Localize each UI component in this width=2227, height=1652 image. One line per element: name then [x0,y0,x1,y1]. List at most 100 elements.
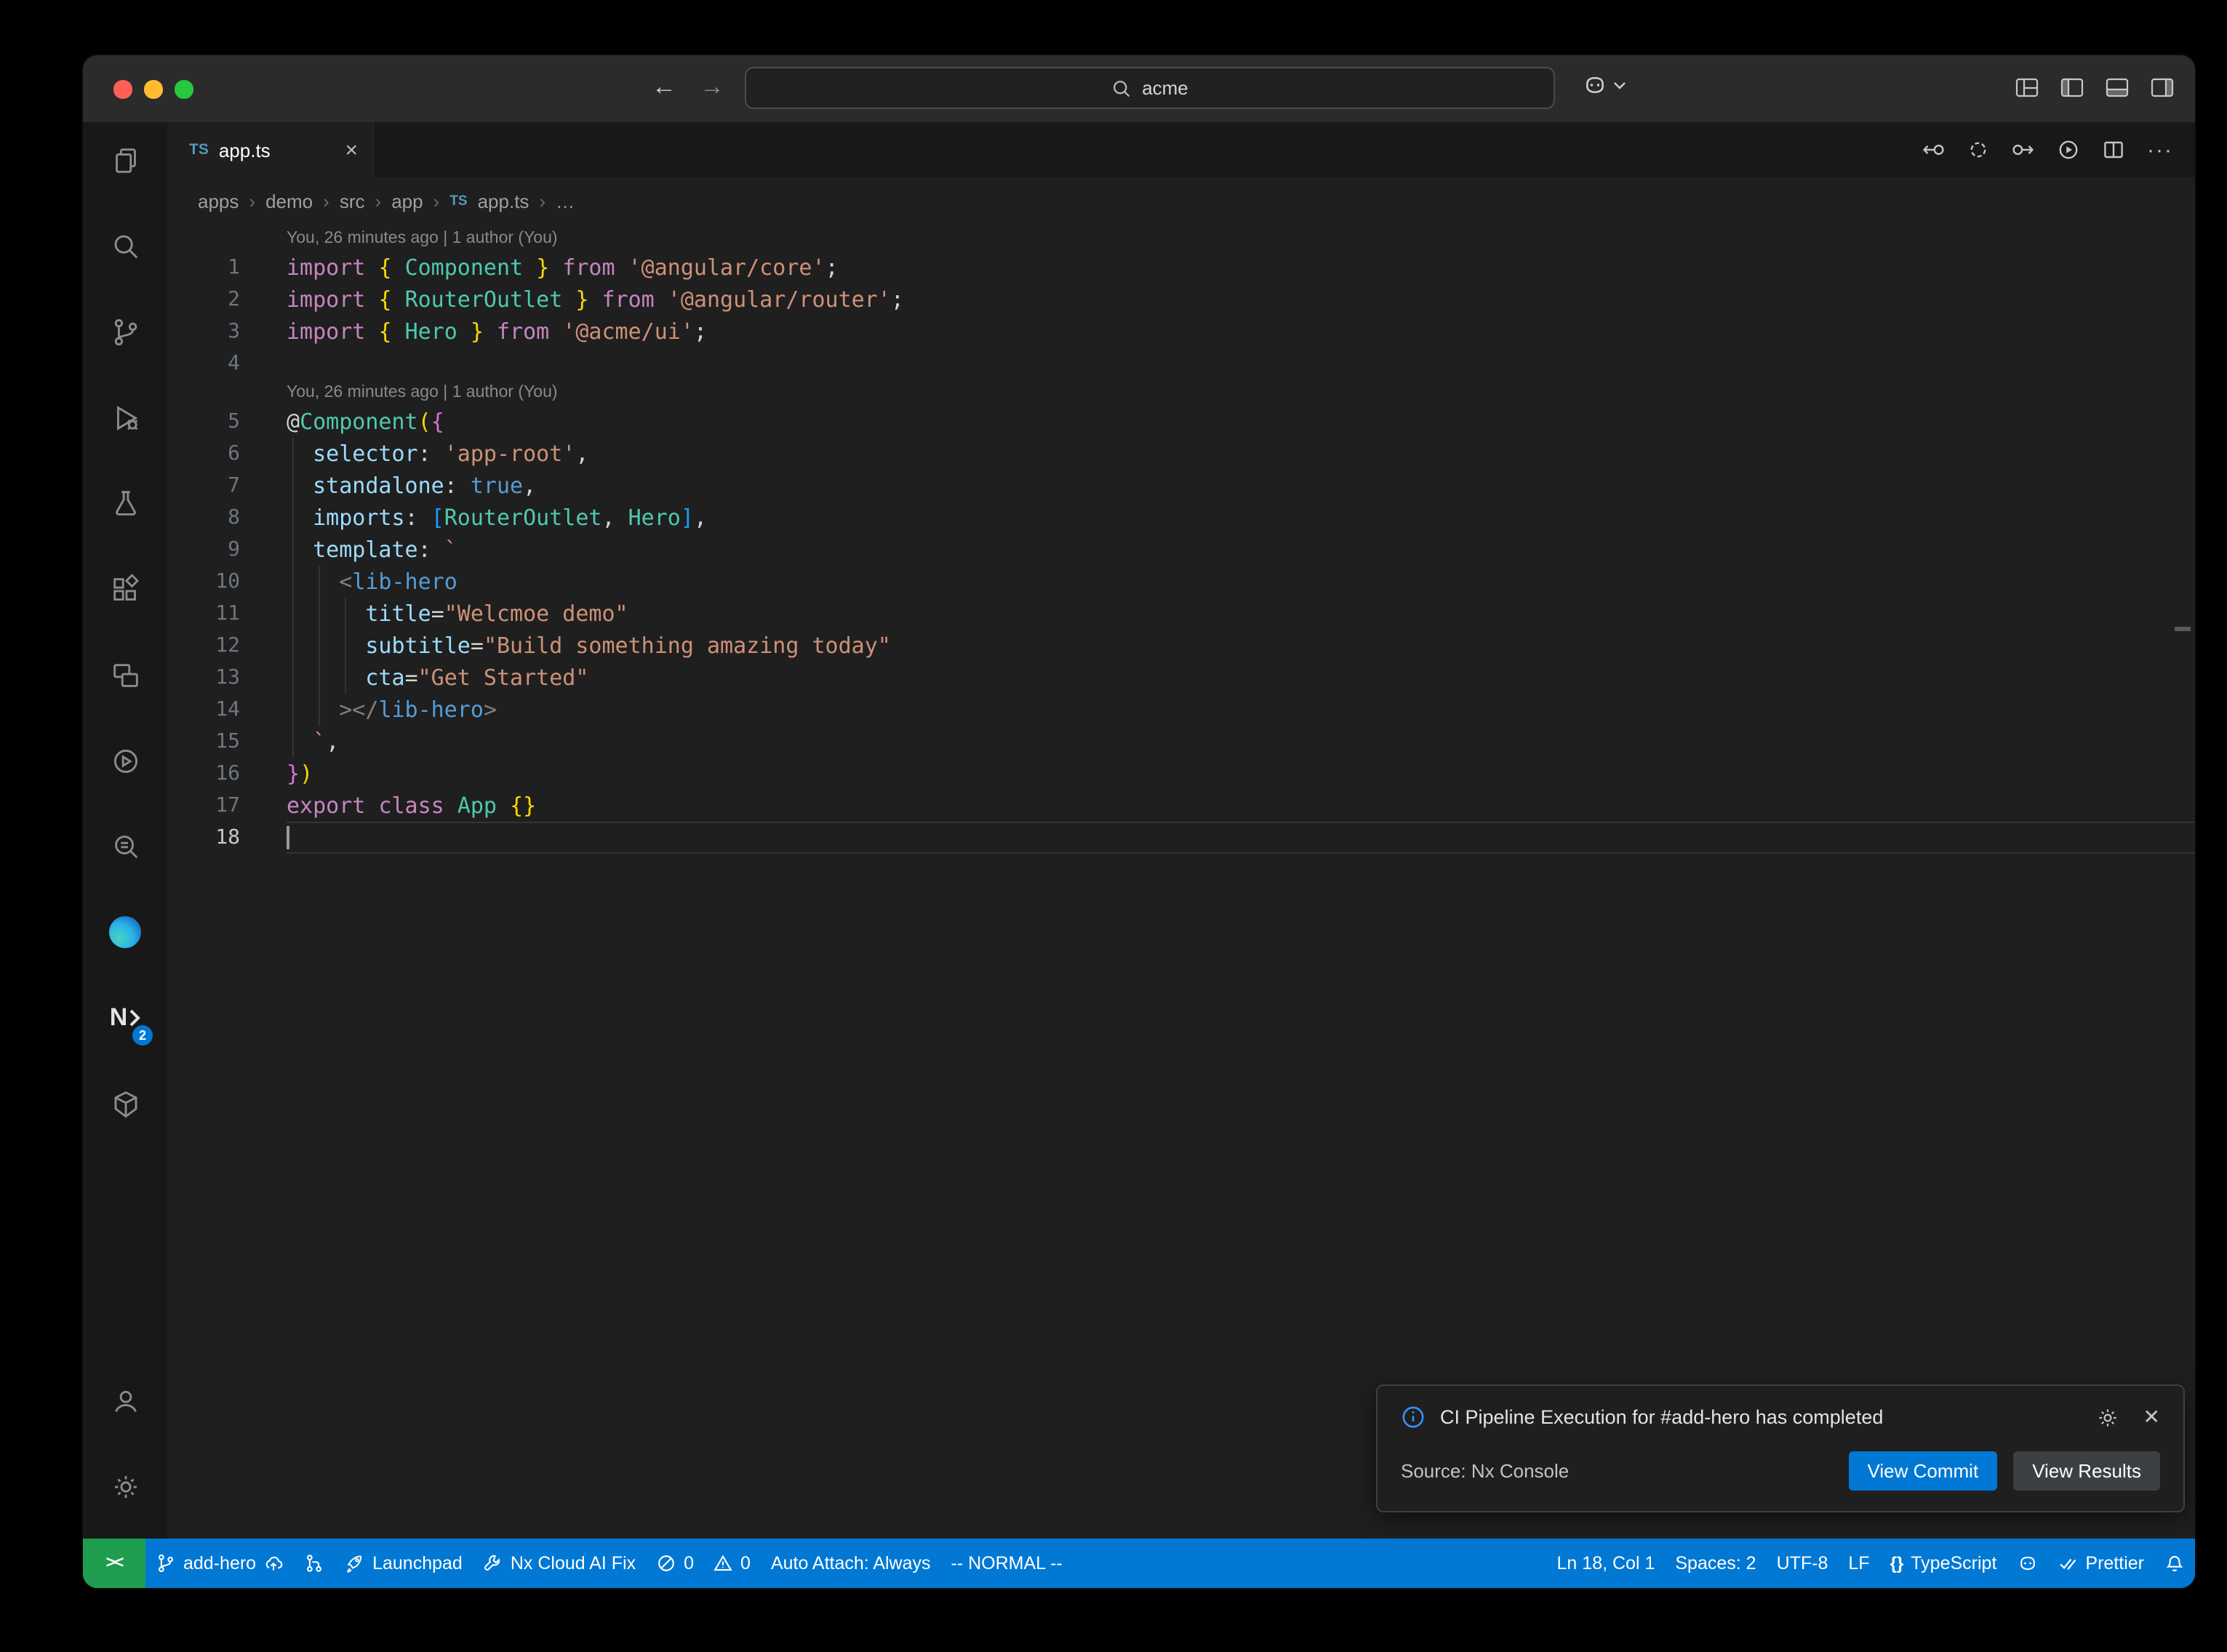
activitybar-accounts[interactable] [90,1363,160,1438]
branch-item[interactable]: add-hero [145,1539,294,1588]
activitybar-source-control[interactable] [90,294,160,369]
line-number[interactable]: 7 [167,470,240,502]
codelens-row[interactable]: You, 26 minutes ago | 1 author (You) [167,225,2195,252]
breadcrumb-item[interactable]: app [391,191,423,212]
line-number[interactable]: 11 [167,598,240,630]
line-number[interactable]: 8 [167,502,240,534]
encoding-item[interactable]: UTF-8 [1767,1539,1839,1588]
split-editor-icon[interactable] [2102,138,2125,161]
code-line-16[interactable]: 16}) [167,758,2195,790]
code-line-1[interactable]: 1import { Component } from '@angular/cor… [167,252,2195,284]
code-line-9[interactable]: 9 template: ` [167,534,2195,566]
code-line-10[interactable]: 10 <lib-hero [167,566,2195,598]
toggle-blame-icon[interactable] [1967,138,1990,161]
cursor-position-item[interactable]: Ln 18, Col 1 [1547,1539,1666,1588]
view-results-button[interactable]: View Results [2013,1451,2160,1491]
command-center-search[interactable]: acme [745,67,1555,109]
code-line-5[interactable]: 5@Component({ [167,406,2195,438]
line-number[interactable]: 1 [167,252,240,284]
minimize-window-button[interactable] [144,80,162,98]
copilot-status-item[interactable] [2007,1539,2047,1588]
code-line-15[interactable]: 15 `, [167,726,2195,758]
copilot-menu-button[interactable] [1583,73,1626,97]
notification-close-icon[interactable]: ✕ [2143,1405,2160,1430]
activitybar-run-debug[interactable] [90,380,160,455]
zoom-window-button[interactable] [175,80,193,98]
toggle-primary-sidebar-icon[interactable] [2060,76,2084,100]
activitybar-run-circle[interactable] [90,723,160,798]
code-line-8[interactable]: 8 imports: [RouterOutlet, Hero], [167,502,2195,534]
code-line-2[interactable]: 2import { RouterOutlet } from '@angular/… [167,284,2195,316]
activitybar-remote-explorer[interactable] [90,637,160,713]
run-file-icon[interactable] [2057,138,2080,161]
launchpad-item[interactable]: Launchpad [335,1539,473,1588]
toggle-secondary-sidebar-icon[interactable] [2150,76,2175,100]
line-number[interactable]: 16 [167,758,240,790]
line-number[interactable]: 3 [167,316,240,348]
navigate-forward-button[interactable]: → [700,70,724,105]
code-line-7[interactable]: 7 standalone: true, [167,470,2195,502]
line-number[interactable]: 5 [167,406,240,438]
code-line-3[interactable]: 3import { Hero } from '@acme/ui'; [167,316,2195,348]
activitybar-edge-browser[interactable] [90,894,160,970]
activitybar-settings[interactable] [90,1448,160,1524]
vim-mode-item[interactable]: -- NORMAL -- [941,1539,1073,1588]
code-line-12[interactable]: 12 subtitle="Build something amazing tod… [167,630,2195,662]
code-line-4[interactable]: 4 [167,348,2195,380]
next-change-icon[interactable] [2012,138,2035,161]
breadcrumb-item[interactable]: src [340,191,365,212]
editor[interactable]: You, 26 minutes ago | 1 author (You)1imp… [167,225,2195,1539]
breadcrumb-item[interactable]: demo [265,191,313,212]
navigate-back-button[interactable]: ← [652,70,676,105]
line-number[interactable]: 14 [167,694,240,726]
activitybar-package[interactable] [90,1066,160,1142]
notifications-bell-item[interactable] [2154,1539,2195,1588]
auto-attach-item[interactable]: Auto Attach: Always [761,1539,941,1588]
activitybar-explorer[interactable] [90,122,160,198]
indentation-item[interactable]: Spaces: 2 [1665,1539,1766,1588]
code-line-13[interactable]: 13 cta="Get Started" [167,662,2195,694]
line-number[interactable]: 13 [167,662,240,694]
code-area[interactable]: You, 26 minutes ago | 1 author (You)1imp… [167,225,2195,1539]
remote-indicator[interactable]: >< [83,1539,145,1588]
code-line-17[interactable]: 17export class App {} [167,790,2195,822]
problems-item[interactable]: 0 0 [646,1539,761,1588]
line-number[interactable]: 10 [167,566,240,598]
toggle-panel-icon[interactable] [2105,76,2130,100]
activitybar-nx-console[interactable]: N 2 [90,980,160,1056]
nx-cloud-item[interactable]: Nx Cloud AI Fix [473,1539,646,1588]
line-number[interactable]: 2 [167,284,240,316]
code-line-6[interactable]: 6 selector: 'app-root', [167,438,2195,470]
activitybar-code-search[interactable] [90,809,160,884]
line-number[interactable]: 12 [167,630,240,662]
line-number[interactable]: 4 [167,348,240,380]
eol-item[interactable]: LF [1838,1539,1879,1588]
breadcrumb-file[interactable]: app.ts [478,191,529,212]
breadcrumb-item[interactable]: apps [198,191,239,212]
activitybar-search[interactable] [90,208,160,284]
line-number[interactable]: 18 [167,822,240,854]
code-line-11[interactable]: 11 title="Welcmoe demo" [167,598,2195,630]
edge-browser-icon [109,916,141,948]
view-commit-button[interactable]: View Commit [1849,1451,1998,1491]
formatter-item[interactable]: Prettier [2047,1539,2154,1588]
customize-layout-icon[interactable] [2015,76,2039,100]
open-changes-icon[interactable] [1922,138,1945,161]
line-number[interactable]: 17 [167,790,240,822]
commit-graph-item[interactable] [294,1539,335,1588]
line-number[interactable]: 9 [167,534,240,566]
activitybar-testing[interactable] [90,465,160,541]
code-line-14[interactable]: 14 ></lib-hero> [167,694,2195,726]
activitybar-extensions[interactable] [90,551,160,627]
code-line-18[interactable]: 18 [167,822,2195,854]
more-actions-icon[interactable]: ··· [2147,137,2173,162]
breadcrumb-symbol-tail[interactable]: … [556,191,575,212]
line-number[interactable]: 15 [167,726,240,758]
line-number[interactable]: 6 [167,438,240,470]
codelens-row[interactable]: You, 26 minutes ago | 1 author (You) [167,380,2195,406]
notification-gear-icon[interactable] [2097,1406,2120,1429]
tab-app-ts[interactable]: TS app.ts × [167,122,374,177]
close-tab-icon[interactable]: × [345,139,358,161]
close-window-button[interactable] [113,80,132,98]
language-mode-item[interactable]: {} TypeScript [1880,1539,2007,1588]
